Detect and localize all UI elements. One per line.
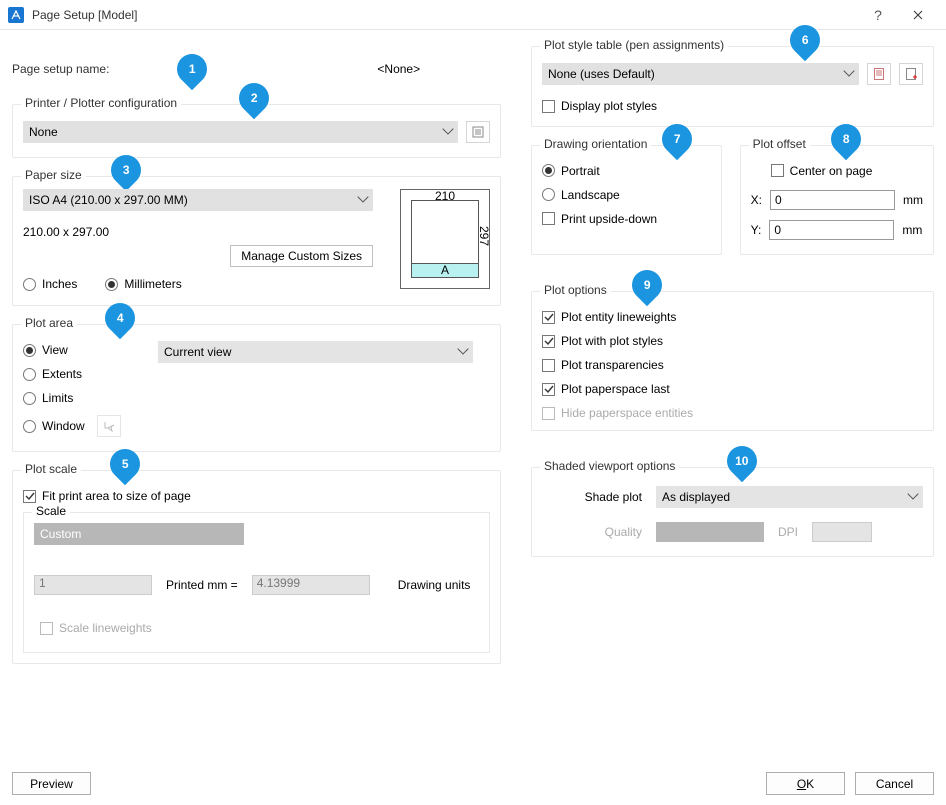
offset-y-label: Y: bbox=[751, 223, 762, 237]
plot-area-limits-radio[interactable]: Limits bbox=[23, 391, 138, 405]
callout-9: 9 bbox=[644, 278, 651, 292]
callout-1: 1 bbox=[189, 62, 196, 76]
left-column: Page setup name: 1 <None> Printer / Plot… bbox=[12, 40, 501, 664]
offset-unit-x: mm bbox=[903, 193, 923, 207]
portrait-radio[interactable]: Portrait bbox=[542, 164, 711, 178]
paper-size-select[interactable]: ISO A4 (210.00 x 297.00 MM) bbox=[23, 189, 373, 211]
scale-numerator-input: 1 bbox=[34, 575, 152, 595]
display-plot-styles-checkbox[interactable]: Display plot styles bbox=[542, 99, 657, 113]
scale-lineweights-checkbox: Scale lineweights bbox=[40, 621, 152, 635]
manage-custom-sizes-button[interactable]: Manage Custom Sizes bbox=[230, 245, 373, 267]
callout-3: 3 bbox=[123, 163, 130, 177]
page-setup-label: Page setup name: bbox=[12, 62, 109, 76]
shade-plot-label: Shade plot bbox=[542, 490, 642, 504]
paper-preview: 210 A 297 bbox=[400, 189, 490, 289]
plot-offset-group: Plot offset 8 Center on page X: mm Y: mm bbox=[740, 145, 934, 256]
app-icon bbox=[8, 7, 24, 23]
window-title: Page Setup [Model] bbox=[32, 8, 858, 22]
callout-2: 2 bbox=[251, 91, 258, 105]
units-inches-radio[interactable]: Inches bbox=[23, 277, 77, 291]
quality-select bbox=[656, 522, 764, 542]
offset-x-input[interactable] bbox=[770, 190, 895, 210]
printer-group-title: Printer / Plotter configuration bbox=[21, 96, 181, 110]
orientation-title: Drawing orientation bbox=[540, 137, 651, 151]
cancel-button[interactable]: Cancel bbox=[855, 772, 934, 795]
plot-scale-group: Plot scale 5 Fit print area to size of p… bbox=[12, 470, 501, 664]
dpi-input bbox=[812, 522, 872, 542]
plot-options-title: Plot options bbox=[540, 283, 611, 297]
window-select-button[interactable] bbox=[97, 415, 121, 437]
scale-preset-select: Custom bbox=[34, 523, 244, 545]
close-button[interactable] bbox=[898, 1, 938, 29]
printed-mm-label: Printed mm = bbox=[166, 578, 238, 592]
landscape-radio[interactable]: Landscape bbox=[542, 188, 711, 202]
units-millimeters-radio[interactable]: Millimeters bbox=[105, 277, 181, 291]
callout-5: 5 bbox=[122, 457, 129, 471]
scale-denominator-input: 4.13999 bbox=[252, 575, 370, 595]
paper-dimensions-label: 210.00 x 297.00 bbox=[23, 225, 380, 239]
offset-x-label: X: bbox=[751, 193, 762, 207]
plot-paperspace-last-checkbox[interactable]: Plot paperspace last bbox=[542, 382, 923, 396]
dpi-label: DPI bbox=[778, 525, 798, 539]
callout-4: 4 bbox=[117, 311, 124, 325]
offset-unit-y: mm bbox=[902, 223, 922, 237]
printer-select[interactable]: None bbox=[23, 121, 458, 143]
preview-button[interactable]: Preview bbox=[12, 772, 91, 795]
scale-frame: Scale Custom 1 Printed mm = 4.13999 Draw… bbox=[23, 512, 490, 653]
shaded-viewport-group: Shaded viewport options 10 Shade plot As… bbox=[531, 467, 934, 557]
callout-8: 8 bbox=[842, 132, 849, 146]
paper-size-title: Paper size bbox=[21, 168, 86, 182]
drawing-units-label: Drawing units bbox=[398, 578, 471, 592]
plot-with-styles-checkbox[interactable]: Plot with plot styles bbox=[542, 334, 923, 348]
edit-style-button[interactable] bbox=[867, 63, 891, 85]
plot-scale-title: Plot scale bbox=[21, 462, 81, 476]
view-select[interactable]: Current view bbox=[158, 341, 473, 363]
help-button[interactable]: ? bbox=[858, 1, 898, 29]
hide-paperspace-checkbox: Hide paperspace entities bbox=[542, 406, 923, 420]
plot-area-group: Plot area 4 View Extents Limits Window bbox=[12, 324, 501, 452]
plot-style-table-select[interactable]: None (uses Default) bbox=[542, 63, 859, 85]
plot-area-title: Plot area bbox=[21, 316, 77, 330]
center-on-page-checkbox[interactable]: Center on page bbox=[771, 164, 873, 178]
plot-options-group: Plot options 9 Plot entity lineweights P… bbox=[531, 291, 934, 431]
quality-label: Quality bbox=[542, 525, 642, 539]
paper-size-group: Paper size 3 ISO A4 (210.00 x 297.00 MM)… bbox=[12, 176, 501, 306]
plot-area-window-radio[interactable]: Window bbox=[23, 419, 85, 433]
ok-button[interactable]: OK bbox=[766, 772, 845, 795]
view-select-value: Current view bbox=[164, 345, 231, 359]
shade-plot-select[interactable]: As displayed bbox=[656, 486, 923, 508]
new-style-button[interactable] bbox=[899, 63, 923, 85]
plot-style-table-title: Plot style table (pen assignments) bbox=[540, 38, 728, 52]
scale-preset-value: Custom bbox=[40, 527, 81, 541]
shade-plot-value: As displayed bbox=[662, 490, 730, 504]
plot-area-extents-radio[interactable]: Extents bbox=[23, 367, 138, 381]
fit-to-page-checkbox[interactable]: Fit print area to size of page bbox=[23, 489, 191, 503]
paper-size-value: ISO A4 (210.00 x 297.00 MM) bbox=[29, 193, 188, 207]
page-setup-row: Page setup name: 1 <None> bbox=[12, 62, 501, 76]
printer-settings-button[interactable] bbox=[466, 121, 490, 143]
plot-transparencies-checkbox[interactable]: Plot transparencies bbox=[542, 358, 923, 372]
orientation-group: Drawing orientation 7 Portrait Landscape… bbox=[531, 145, 722, 256]
dialog-body: Page setup name: 1 <None> Printer / Plot… bbox=[0, 30, 946, 664]
printer-value: None bbox=[29, 125, 58, 139]
plot-lineweights-checkbox[interactable]: Plot entity lineweights bbox=[542, 310, 923, 324]
plot-style-table-group: Plot style table (pen assignments) 6 Non… bbox=[531, 46, 934, 127]
shaded-viewport-title: Shaded viewport options bbox=[540, 459, 679, 473]
dialog-footer: Preview OK Cancel bbox=[12, 772, 934, 795]
callout-7: 7 bbox=[674, 132, 681, 146]
scale-frame-title: Scale bbox=[32, 504, 70, 518]
plot-offset-title: Plot offset bbox=[749, 137, 810, 151]
plot-style-table-value: None (uses Default) bbox=[548, 67, 655, 81]
printer-group: Printer / Plotter configuration 2 None bbox=[12, 104, 501, 158]
callout-6: 6 bbox=[802, 33, 809, 47]
right-column: Plot style table (pen assignments) 6 Non… bbox=[531, 40, 934, 664]
plot-area-view-radio[interactable]: View bbox=[23, 343, 138, 357]
offset-y-input[interactable] bbox=[769, 220, 894, 240]
upside-down-checkbox[interactable]: Print upside-down bbox=[542, 212, 657, 226]
page-setup-value: <None> bbox=[377, 62, 420, 76]
callout-10: 10 bbox=[735, 454, 748, 468]
